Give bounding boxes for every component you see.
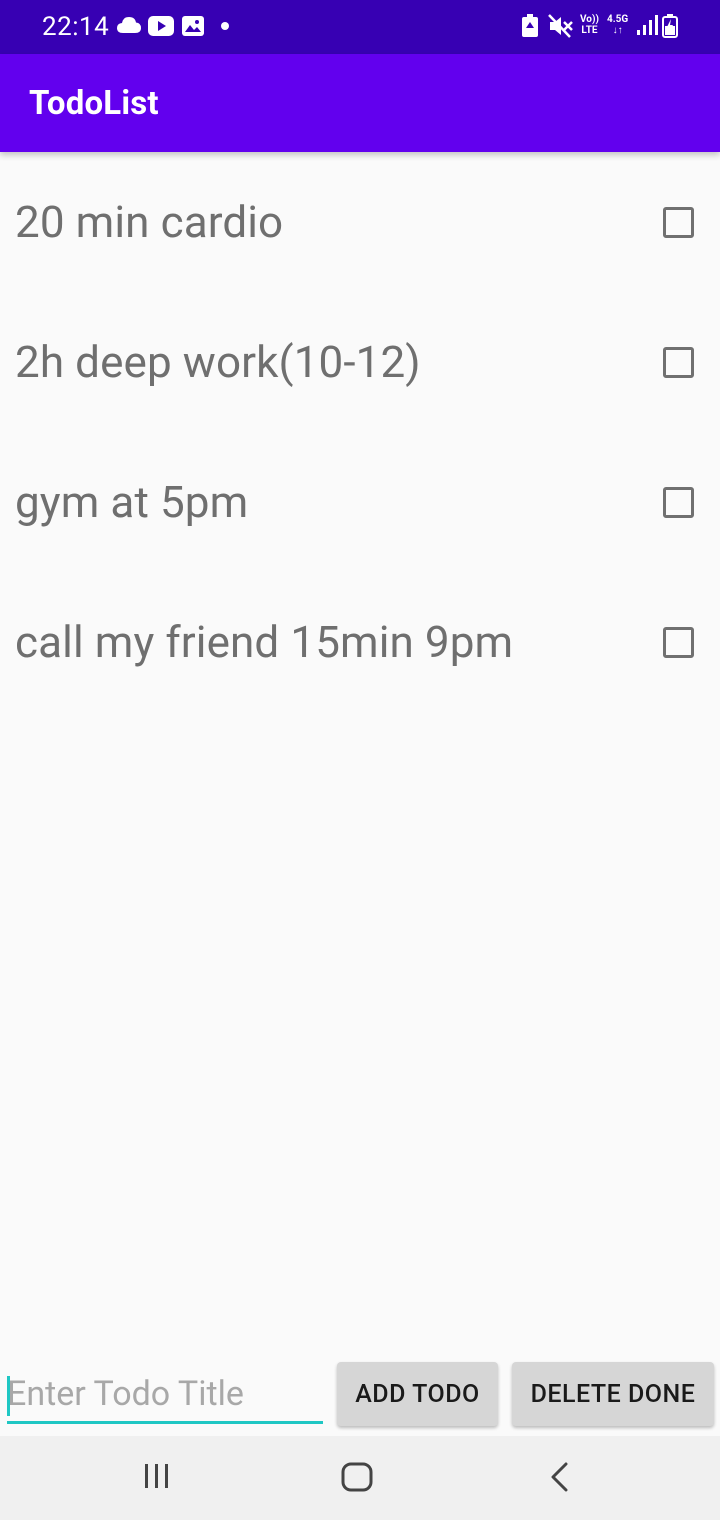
todo-title: call my friend 15min 9pm (15, 616, 514, 668)
todo-title-input[interactable] (7, 1366, 323, 1424)
battery-icon (662, 14, 678, 42)
gallery-icon (182, 16, 204, 40)
todo-checkbox[interactable] (663, 347, 694, 378)
delete-done-button[interactable]: DELETE DONE (512, 1362, 714, 1426)
add-todo-button[interactable]: ADD TODO (337, 1362, 498, 1426)
cloud-icon (116, 16, 142, 38)
recents-icon[interactable] (143, 1462, 171, 1494)
app-title: TodoList (29, 84, 159, 123)
todo-checkbox[interactable] (663, 487, 694, 518)
youtube-icon (148, 16, 174, 40)
todo-checkbox[interactable] (663, 207, 694, 238)
app-bar: TodoList (0, 54, 720, 152)
volte-icon: Vo)) LTE (580, 14, 599, 36)
navigation-bar (0, 1436, 720, 1520)
text-cursor (7, 1376, 10, 1416)
status-bar: 22:14 Vo)) LTE 4.5G ↓↑ (0, 0, 720, 54)
todo-title: gym at 5pm (15, 476, 249, 528)
data-activity-label: ↓↑ (612, 25, 623, 36)
todo-item[interactable]: call my friend 15min 9pm (0, 572, 720, 712)
home-icon[interactable] (341, 1462, 373, 1496)
todo-title: 2h deep work(10-12) (15, 336, 421, 388)
status-time: 22:14 (42, 12, 110, 42)
network-type-label: 4.5G (607, 14, 629, 25)
todo-item[interactable]: gym at 5pm (0, 432, 720, 572)
todo-checkbox[interactable] (663, 627, 694, 658)
volte-label: Vo)) (580, 14, 599, 25)
lte-label: LTE (581, 25, 598, 36)
todo-item[interactable]: 2h deep work(10-12) (0, 292, 720, 432)
back-icon[interactable] (548, 1462, 570, 1496)
todo-title: 20 min cardio (15, 196, 284, 248)
battery-saver-icon (521, 14, 539, 42)
network-4-5g-icon: 4.5G ↓↑ (607, 14, 628, 36)
mute-icon (548, 14, 574, 42)
input-row: ADD TODO DELETE DONE (0, 1354, 720, 1436)
todo-item[interactable]: 20 min cardio (0, 152, 720, 292)
signal-icon (636, 14, 658, 40)
notification-dot (221, 22, 229, 30)
